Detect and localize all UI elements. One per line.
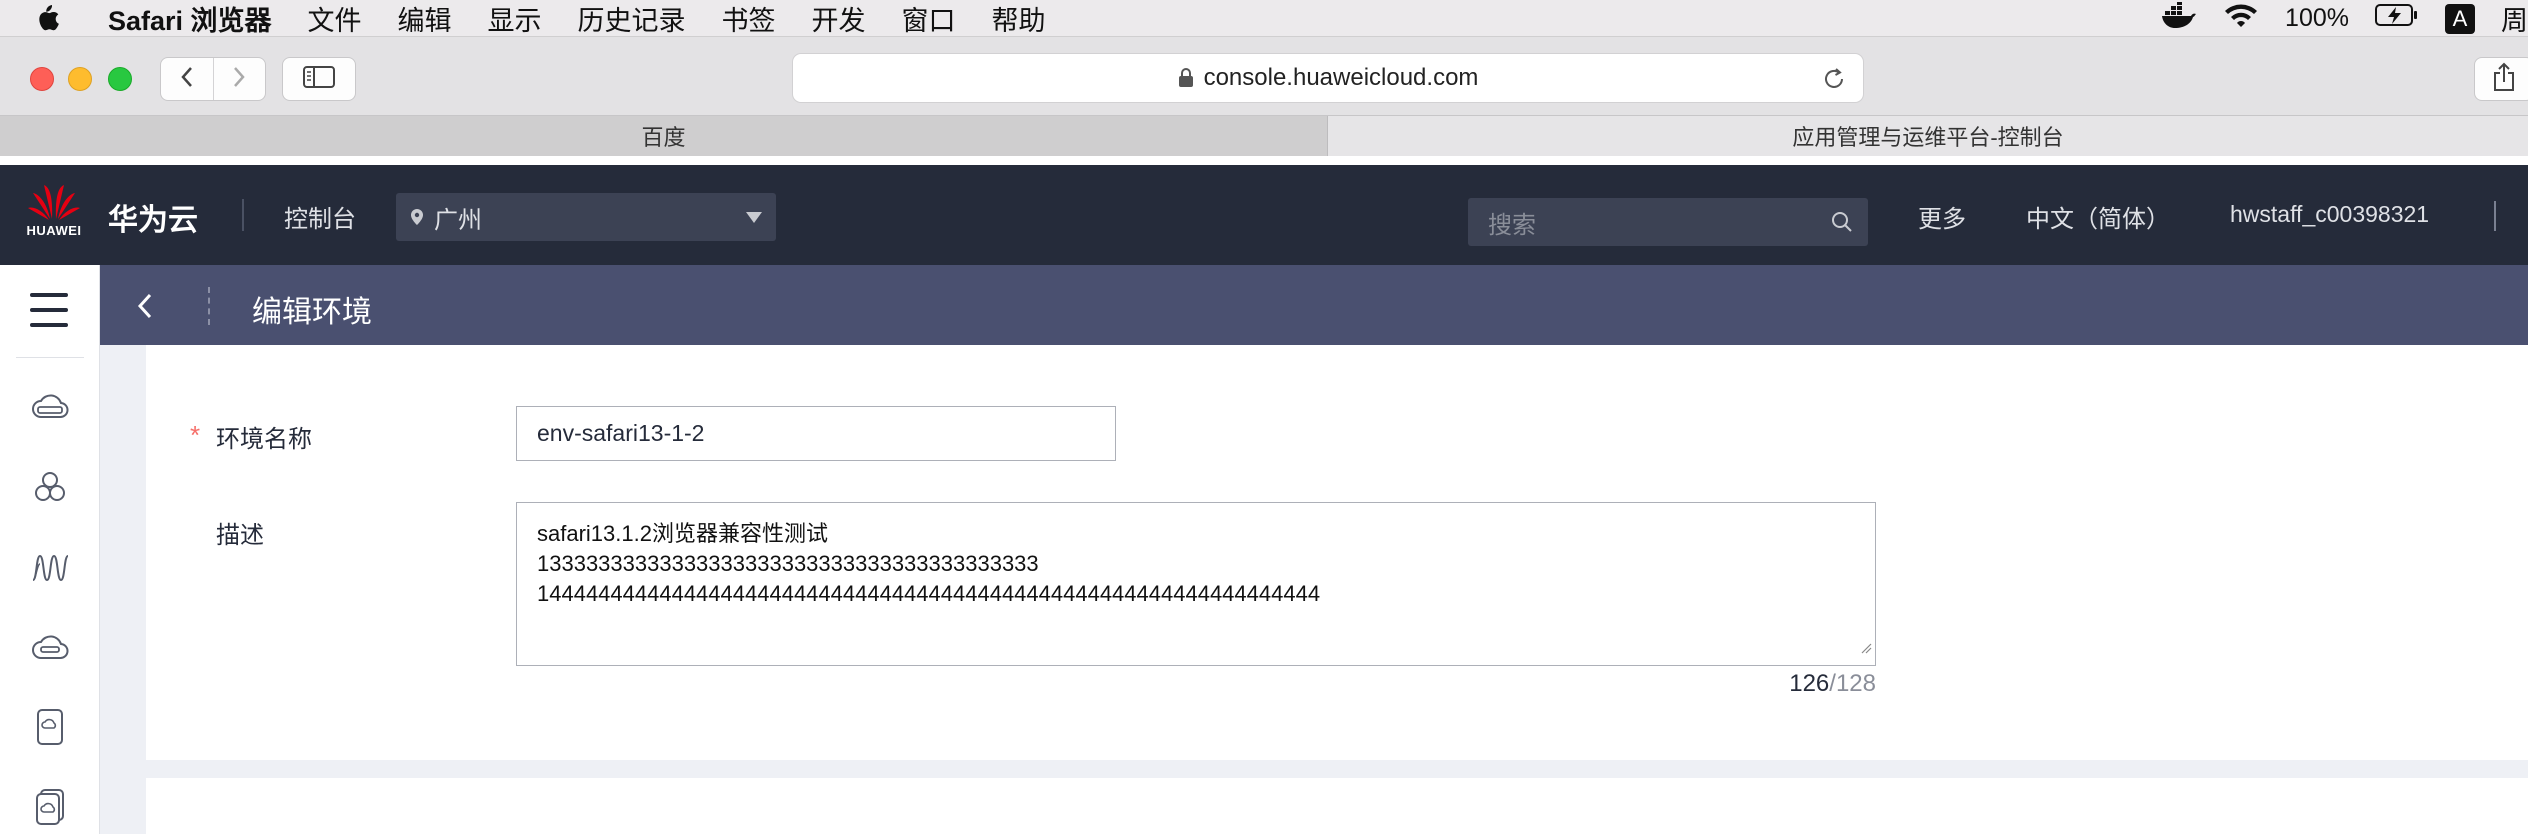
lock-icon bbox=[1178, 68, 1194, 88]
char-max: /128 bbox=[1829, 670, 1876, 697]
tab-console[interactable]: 应用管理与运维平台-控制台 bbox=[1328, 116, 2528, 156]
description-textarea[interactable]: safari13.1.2浏览器兼容性测试 1333333333333333333… bbox=[516, 502, 1876, 666]
tab-bar: 百度 应用管理与运维平台-控制台 bbox=[0, 115, 2528, 156]
location-pin-icon bbox=[410, 208, 424, 226]
page-title-bar: 编辑环境 bbox=[100, 265, 2528, 345]
browser-toolbar: console.huaweicloud.com 百度 应用管理与运维平台-控制台 bbox=[0, 37, 2528, 156]
docker-icon[interactable] bbox=[2161, 2, 2197, 35]
console-header: HUAWEI 华为云 控制台 广州 搜索 更多 中文（简体） hwstaff_c… bbox=[0, 165, 2528, 265]
menu-window[interactable]: 窗口 bbox=[902, 0, 956, 38]
sidebar-icon bbox=[303, 65, 335, 93]
back-button[interactable] bbox=[161, 58, 213, 100]
cloud-storage-icon[interactable] bbox=[28, 625, 72, 669]
apple-icon[interactable] bbox=[34, 3, 74, 33]
reload-icon[interactable] bbox=[1821, 66, 1847, 92]
wifi-icon[interactable] bbox=[2223, 2, 2259, 35]
input-method-indicator[interactable]: A bbox=[2445, 3, 2475, 34]
description-line: 1333333333333333333333333333333333333333… bbox=[537, 551, 1039, 576]
url-text: console.huaweicloud.com bbox=[1203, 64, 1479, 91]
cluster-icon[interactable] bbox=[28, 465, 72, 509]
menu-history[interactable]: 历史记录 bbox=[578, 0, 686, 38]
minimize-window-button[interactable] bbox=[68, 67, 92, 91]
clock-text[interactable]: 周 bbox=[2501, 0, 2528, 38]
chevron-left-icon bbox=[180, 66, 194, 93]
menu-view[interactable]: 显示 bbox=[488, 0, 542, 38]
char-counter: 126/128 bbox=[1776, 670, 1876, 698]
search-icon[interactable] bbox=[1830, 210, 1854, 234]
device-stack-icon[interactable] bbox=[28, 785, 72, 829]
monitor-wave-icon[interactable] bbox=[28, 545, 72, 589]
required-mark: * bbox=[190, 420, 201, 450]
tab-baidu[interactable]: 百度 bbox=[0, 116, 1328, 156]
char-count: 126 bbox=[1789, 670, 1830, 697]
description-label: 描述 bbox=[216, 522, 264, 549]
description-line: 1444444444444444444444444444444444444444… bbox=[537, 581, 1321, 606]
device-cloud-icon[interactable] bbox=[28, 705, 72, 749]
share-button[interactable] bbox=[2474, 57, 2528, 101]
caret-down-icon bbox=[746, 212, 762, 223]
logo-caption: HUAWEI bbox=[26, 223, 82, 238]
history-nav-group bbox=[160, 57, 266, 101]
battery-percent: 100% bbox=[2285, 4, 2349, 32]
menu-app-name[interactable]: Safari 浏览器 bbox=[108, 0, 272, 38]
region-selector[interactable]: 广州 bbox=[396, 193, 776, 241]
search-input[interactable]: 搜索 bbox=[1468, 198, 1868, 246]
env-name-label: 环境名称 bbox=[216, 426, 312, 453]
huawei-petal-icon bbox=[28, 185, 80, 220]
more-menu[interactable]: 更多 bbox=[1918, 199, 1966, 234]
env-name-input[interactable]: env-safari13-1-2 bbox=[516, 406, 1116, 461]
description-line: safari13.1.2浏览器兼容性测试 bbox=[537, 521, 828, 546]
back-arrow-icon[interactable] bbox=[136, 291, 154, 321]
forward-button[interactable] bbox=[212, 58, 266, 100]
title-separator bbox=[208, 287, 210, 325]
menu-edit[interactable]: 编辑 bbox=[398, 0, 452, 38]
menu-bookmarks[interactable]: 书签 bbox=[722, 0, 776, 38]
console-link[interactable]: 控制台 bbox=[284, 199, 356, 234]
search-placeholder: 搜索 bbox=[1488, 211, 1536, 239]
brand-name[interactable]: 华为云 bbox=[108, 195, 198, 239]
service-sidebar bbox=[0, 265, 100, 834]
huawei-logo[interactable]: HUAWEI bbox=[20, 181, 88, 251]
language-selector[interactable]: 中文（简体） bbox=[2026, 199, 2170, 234]
tab-label: 百度 bbox=[641, 125, 686, 150]
next-card bbox=[146, 778, 2528, 834]
chevron-right-icon bbox=[232, 66, 246, 93]
header-divider-right bbox=[2494, 201, 2496, 231]
menu-help[interactable]: 帮助 bbox=[992, 0, 1046, 38]
menu-icon[interactable] bbox=[30, 293, 68, 327]
tab-label: 应用管理与运维平台-控制台 bbox=[1792, 125, 2064, 150]
header-divider bbox=[242, 199, 244, 231]
macos-menu-bar: Safari 浏览器 文件 编辑 显示 历史记录 书签 开发 窗口 帮助 100… bbox=[0, 0, 2528, 37]
close-window-button[interactable] bbox=[30, 67, 54, 91]
env-name-value: env-safari13-1-2 bbox=[537, 420, 705, 446]
page-title: 编辑环境 bbox=[252, 296, 372, 329]
share-icon bbox=[2493, 62, 2515, 97]
menu-develop[interactable]: 开发 bbox=[812, 0, 866, 38]
show-sidebar-button[interactable] bbox=[282, 57, 356, 101]
zoom-window-button[interactable] bbox=[108, 67, 132, 91]
resize-handle-icon[interactable] bbox=[1860, 632, 1872, 662]
address-bar[interactable]: console.huaweicloud.com bbox=[792, 53, 1864, 103]
menu-file[interactable]: 文件 bbox=[308, 0, 362, 38]
region-label: 广州 bbox=[434, 206, 482, 234]
sidebar-separator bbox=[16, 357, 84, 358]
user-menu[interactable]: hwstaff_c00398321 bbox=[2230, 201, 2429, 228]
battery-icon[interactable] bbox=[2375, 3, 2419, 34]
cloud-server-icon[interactable] bbox=[28, 385, 72, 429]
